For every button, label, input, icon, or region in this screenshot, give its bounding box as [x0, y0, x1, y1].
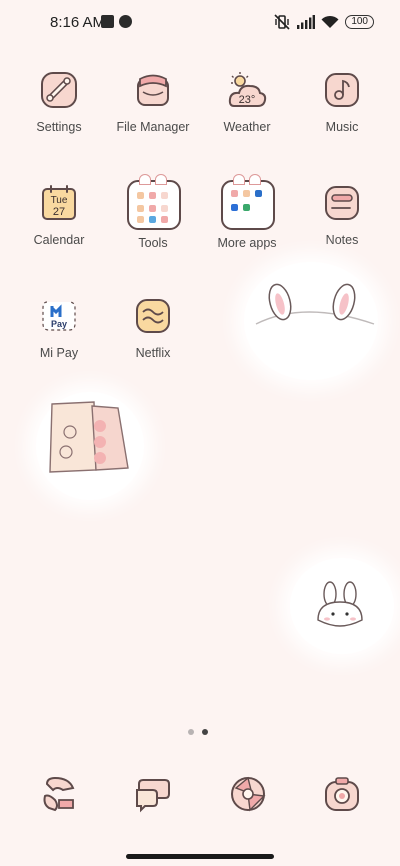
weather-icon: 23°	[227, 70, 267, 110]
calendar-date: 27	[53, 206, 65, 218]
bunny-ears-icon	[255, 283, 375, 325]
status-time: 8:16 AM	[50, 14, 106, 31]
notification-circle-icon	[119, 15, 132, 28]
bunny-face-icon	[317, 581, 363, 627]
app-label: Calendar	[33, 233, 85, 247]
mini-app-icon	[161, 205, 168, 212]
status-bar: 8:16 AM 100	[0, 0, 400, 44]
note-cards-icon	[49, 401, 129, 473]
app-label: Music	[325, 120, 359, 134]
app-netflix[interactable]: Netflix	[106, 292, 200, 384]
notes-icon	[322, 183, 362, 223]
mini-app-icon	[137, 216, 144, 223]
phone-icon	[43, 776, 75, 812]
app-calendar[interactable]: Tue 27 Calendar	[12, 179, 106, 271]
settings-icon	[39, 70, 79, 110]
mini-app-icon	[243, 190, 250, 197]
app-mi-pay[interactable]: Pay Mi Pay	[12, 292, 106, 384]
app-label: Weather	[223, 120, 271, 134]
page-indicator[interactable]	[188, 729, 208, 735]
folder-more-apps[interactable]: More apps	[200, 170, 294, 262]
mi-pay-icon: Pay	[39, 296, 79, 336]
bunny-ear-icon	[155, 174, 167, 185]
dock-messages[interactable]	[133, 774, 173, 814]
app-music[interactable]: Music	[295, 66, 389, 158]
folder-icon	[221, 174, 275, 230]
dock-phone[interactable]	[39, 774, 79, 814]
status-indicators: 100	[273, 13, 374, 31]
bunny-ear-icon	[233, 174, 245, 185]
gesture-navigation-bar[interactable]	[126, 854, 274, 859]
mini-app-icon	[149, 192, 156, 199]
folder-icon	[127, 174, 181, 230]
vibrate-off-icon	[274, 14, 290, 30]
page-dot[interactable]	[188, 729, 194, 735]
calendar-icon: Tue 27	[39, 183, 79, 223]
mini-app-icon	[149, 216, 156, 223]
mini-app-icon	[231, 190, 238, 197]
app-label: File Manager	[116, 120, 190, 134]
mini-app-icon	[243, 204, 250, 211]
app-settings[interactable]: Settings	[12, 66, 106, 158]
mini-app-icon	[161, 216, 168, 223]
camera-icon	[325, 777, 359, 811]
mini-app-icon	[149, 205, 156, 212]
bunny-ear-icon	[249, 174, 261, 185]
mini-app-icon	[161, 192, 168, 199]
mini-app-icon	[137, 205, 144, 212]
netflix-icon	[133, 296, 173, 336]
music-icon	[322, 70, 362, 110]
messages-icon	[136, 779, 170, 813]
wifi-icon	[321, 15, 339, 28]
signal-icon	[297, 15, 316, 29]
battery-indicator: 100	[345, 15, 374, 29]
app-weather[interactable]: 23° Weather	[200, 66, 294, 158]
bunny-ear-icon	[139, 174, 151, 185]
mi-pay-icon-text: Pay	[51, 319, 67, 329]
page-dot-active[interactable]	[202, 729, 208, 735]
dock-browser[interactable]	[228, 774, 268, 814]
mini-app-icon	[255, 190, 262, 197]
calendar-day: Tue	[51, 195, 68, 206]
app-label: Netflix	[135, 346, 171, 360]
folder-label: More apps	[217, 236, 277, 250]
app-file-manager[interactable]: File Manager	[106, 66, 200, 158]
app-label: Settings	[36, 120, 82, 134]
mini-app-icon	[231, 204, 238, 211]
app-label: Mi Pay	[39, 346, 79, 360]
browser-icon	[231, 776, 266, 812]
dock-camera[interactable]	[322, 774, 362, 814]
folder-tools[interactable]: Tools	[106, 170, 200, 262]
weather-temperature: 23°	[239, 94, 256, 106]
app-notes[interactable]: Notes	[295, 179, 389, 271]
bunny-face-widget	[290, 558, 394, 654]
app-label: Notes	[325, 233, 359, 247]
folder-label: Tools	[138, 236, 168, 250]
sticky-note-widget	[36, 392, 144, 500]
notification-square-icon	[101, 15, 114, 28]
file-manager-icon	[133, 70, 173, 110]
bunny-widget	[244, 262, 378, 380]
mini-app-icon	[137, 192, 144, 199]
